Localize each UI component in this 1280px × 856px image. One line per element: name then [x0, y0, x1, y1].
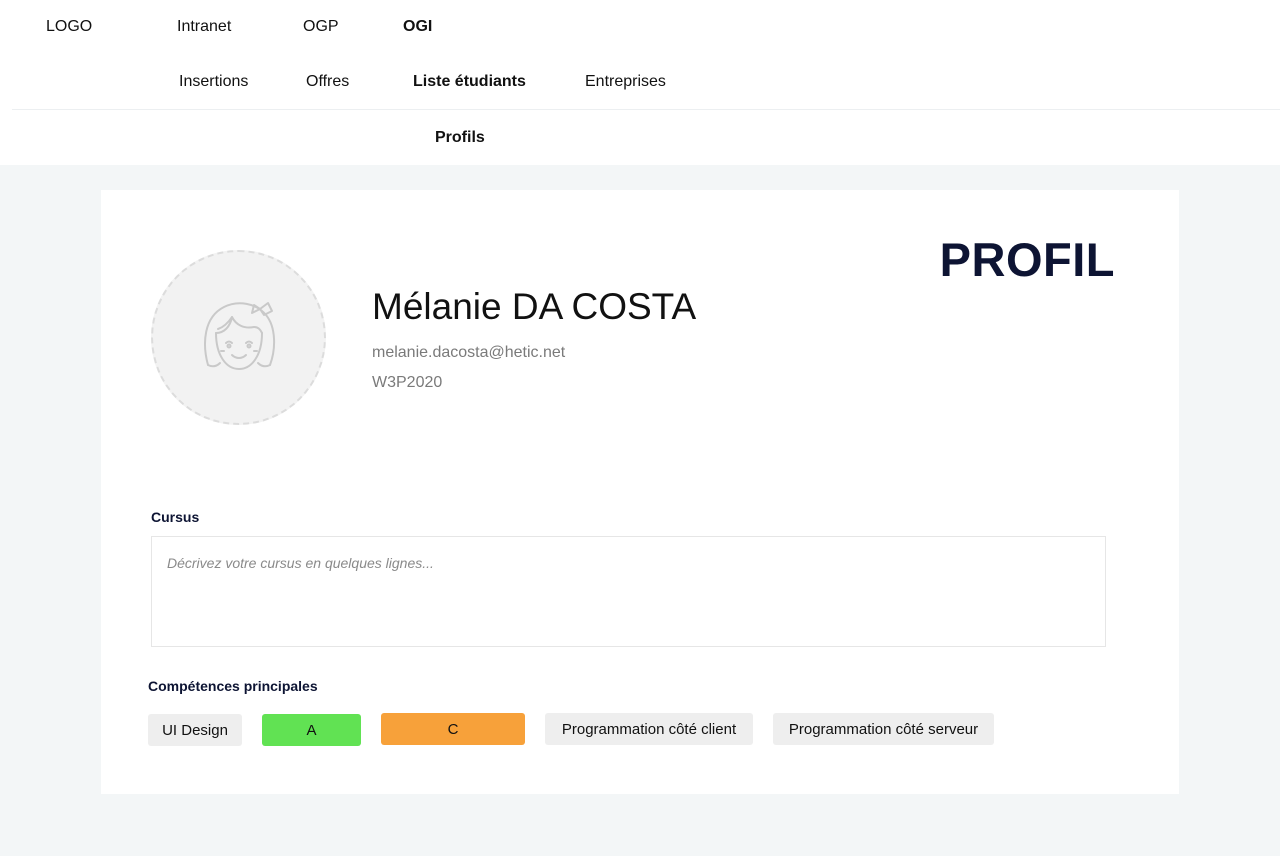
subsubnav-profils[interactable]: Profils: [435, 129, 485, 147]
page-title: PROFIL: [939, 233, 1115, 286]
subnav-entreprises[interactable]: Entreprises: [585, 73, 666, 91]
student-email: melanie.dacosta@hetic.net: [372, 344, 566, 361]
student-promo: W3P2020: [372, 374, 443, 391]
skill-chip-server-programming[interactable]: Programmation côté serveur: [773, 713, 994, 745]
skills-label: Compétences principales: [148, 678, 318, 694]
nav-ogp[interactable]: OGP: [303, 18, 339, 36]
logo[interactable]: LOGO: [46, 18, 92, 36]
girl-avatar-icon: [203, 301, 275, 370]
cursus-textarea[interactable]: [151, 536, 1106, 647]
profile-card: PROFIL Mélanie DA COSTA melanie.dacosta@…: [101, 190, 1179, 794]
subnav-offres[interactable]: Offres: [306, 73, 349, 91]
subnav-insertions[interactable]: Insertions: [179, 73, 248, 91]
cursus-label: Cursus: [151, 509, 200, 525]
skill-chip-c[interactable]: C: [381, 713, 525, 745]
header-divider: [12, 109, 1280, 110]
skill-chip-ui-design[interactable]: UI Design: [148, 714, 242, 746]
student-name: Mélanie DA COSTA: [372, 286, 697, 327]
nav-intranet[interactable]: Intranet: [177, 18, 231, 36]
skill-chip-a[interactable]: A: [262, 714, 361, 746]
header: LOGO Intranet OGP OGI Insertions Offres …: [0, 0, 1280, 165]
subnav-liste-etudiants[interactable]: Liste étudiants: [413, 73, 526, 91]
nav-ogi[interactable]: OGI: [403, 18, 432, 36]
avatar: [151, 250, 326, 425]
skill-chip-client-programming[interactable]: Programmation côté client: [545, 713, 753, 745]
